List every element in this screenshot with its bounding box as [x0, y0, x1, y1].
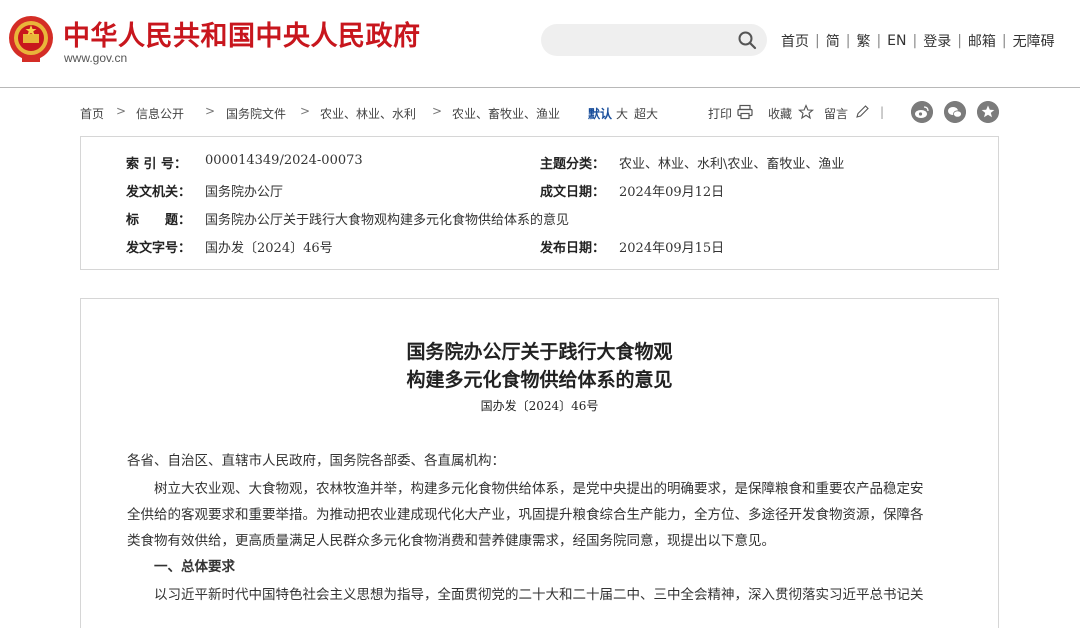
meta-title-label: 标 题： [126, 213, 192, 228]
print-label[interactable]: 打印 [708, 105, 732, 122]
meta-category-value: 农业、林业、水利\农业、畜牧业、渔业 [619, 157, 845, 172]
paragraph-line: 以习近平新时代中国特色社会主义思想为指导，全面贯彻党的二十大和二十届二中、三中全… [127, 587, 924, 603]
divider: | [876, 33, 882, 49]
national-emblem-icon[interactable] [8, 14, 54, 64]
breadcrumb-agri-forestry-water[interactable]: 农业、林业、水利 [320, 105, 416, 122]
meta-docno-value: 国办发〔2024〕46号 [205, 241, 333, 256]
meta-created-label: 成文日期： [540, 185, 606, 200]
top-links: 首页 | 简 | 繁 | EN | 登录 | 邮箱 | 无障碍 [781, 32, 1055, 50]
breadcrumb-home[interactable]: 首页 [80, 105, 104, 122]
article-title-line2: 构建多元化食物供给体系的意见 [406, 369, 673, 391]
document-metadata: 索 引 号： 000014349/2024-00073 主题分类： 农业、林业、… [80, 136, 999, 270]
link-simplified[interactable]: 简 [826, 31, 840, 51]
divider: | [1001, 33, 1007, 49]
breadcrumb-agri-livestock-fishery[interactable]: 农业、畜牧业、渔业 [452, 105, 572, 122]
divider: | [912, 33, 918, 49]
article-title-line1: 国务院办公厅关于践行大食物观 [406, 341, 673, 363]
link-login[interactable]: 登录 [923, 31, 951, 51]
section-heading: 一、总体要求 [127, 559, 235, 575]
divider: | [815, 33, 820, 49]
printer-icon[interactable] [737, 104, 753, 120]
font-size-switcher: 默认大超大 [588, 105, 664, 122]
link-accessibility[interactable]: 无障碍 [1013, 31, 1055, 51]
search-icon[interactable] [737, 30, 757, 50]
divider: | [845, 33, 851, 49]
meta-published-label: 发布日期： [540, 241, 606, 256]
meta-index-value: 000014349/2024-00073 [205, 153, 363, 168]
comment-label[interactable]: 留言 [824, 105, 848, 122]
paragraph-line: 树立大农业观、大食物观，农林牧渔并举，构建多元化食物供给体系，是党中央提出的明确… [127, 481, 924, 497]
paragraph-line: 类食物有效供给，更高质量满足人民群众多元化食物消费和营养健康需求，经国务院同意，… [127, 533, 775, 549]
meta-title-value: 国务院办公厅关于践行大食物观构建多元化食物供给体系的意见 [205, 213, 570, 228]
chevron-right-icon: > [432, 104, 443, 118]
meta-published-value: 2024年09月15日 [619, 241, 725, 256]
chevron-right-icon: > [205, 104, 216, 118]
link-traditional[interactable]: 繁 [856, 31, 870, 51]
link-english[interactable]: EN [887, 33, 906, 49]
meta-index-label: 索 引 号： [126, 157, 188, 172]
search-input[interactable] [541, 24, 767, 56]
font-size-xlarge[interactable]: 超大 [634, 107, 658, 121]
chevron-right-icon: > [116, 104, 127, 118]
font-size-large[interactable]: 大 [616, 107, 628, 121]
article-doc-number: 国办发〔2024〕46号 [480, 399, 599, 413]
favorite-star-icon[interactable] [977, 101, 999, 123]
site-title[interactable]: 中华人民共和国中央人民政府 [63, 14, 421, 53]
font-size-default[interactable]: 默认 [588, 107, 612, 121]
paragraph-line: 全供给的客观要求和重要举措。为推动把农业建成现代化大产业，巩固提升粮食综合生产能… [127, 507, 924, 523]
salutation: 各省、自治区、直辖市人民政府，国务院各部委、各直属机构： [127, 453, 505, 469]
site-url[interactable]: www.gov.cn [64, 51, 127, 65]
meta-docno-label: 发文字号： [126, 241, 192, 256]
chevron-right-icon: > [300, 104, 311, 118]
pencil-icon[interactable] [854, 104, 870, 120]
breadcrumb-state-council-docs[interactable]: 国务院文件 [226, 105, 286, 122]
link-home[interactable]: 首页 [781, 31, 809, 51]
meta-issuer-label: 发文机关： [126, 185, 192, 200]
link-mail[interactable]: 邮箱 [968, 31, 996, 51]
site-header: 中华人民共和国中央人民政府 www.gov.cn 首页 | 简 | 繁 | EN… [0, 0, 1080, 88]
meta-category-label: 主题分类： [540, 157, 606, 172]
weibo-icon[interactable] [911, 101, 933, 123]
breadcrumb-toolbar: 首页 > 信息公开 > 国务院文件 > 农业、林业、水利 > 农业、畜牧业、渔业… [80, 100, 1000, 124]
divider: | [957, 33, 962, 49]
article-body: 国务院办公厅关于践行大食物观 构建多元化食物供给体系的意见 国办发〔2024〕4… [80, 298, 999, 628]
meta-created-value: 2024年09月12日 [619, 185, 725, 200]
breadcrumb-info[interactable]: 信息公开 [136, 105, 184, 122]
wechat-icon[interactable] [944, 101, 966, 123]
meta-issuer-value: 国务院办公厅 [205, 185, 284, 200]
favorite-label[interactable]: 收藏 [768, 105, 792, 122]
divider: | [880, 105, 885, 119]
star-outline-icon[interactable] [798, 104, 814, 120]
